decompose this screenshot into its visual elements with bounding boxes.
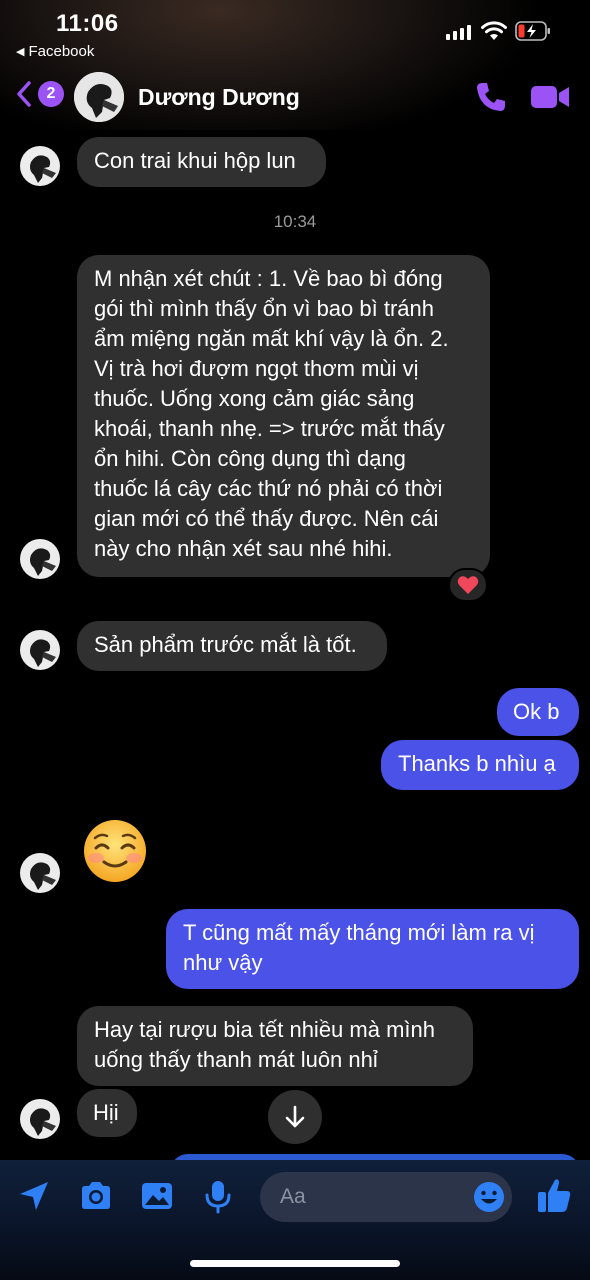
back-app-label: Facebook	[28, 43, 95, 60]
message-bubble-incoming[interactable]: Con trai khui hộp lun	[77, 137, 326, 187]
message-bubble-incoming[interactable]: Hay tại rượu bia tết nhiều mà mình uống …	[77, 1006, 473, 1086]
message-text: Con trai khui hộp lun	[94, 148, 296, 173]
smiling-face-with-blush-icon[interactable]	[82, 818, 148, 884]
status-bar: 11:06 ◀ Facebook	[0, 0, 590, 70]
contact-name[interactable]: Dương Dương	[138, 84, 300, 111]
message-timestamp: 10:34	[273, 212, 317, 231]
message-bubble-outgoing[interactable]: Ok b	[497, 688, 579, 736]
message-bubble-outgoing[interactable]: Thanks b nhìu ạ	[381, 740, 579, 790]
message-text: Hịi	[93, 1100, 119, 1125]
heart-icon	[457, 576, 479, 594]
sender-avatar[interactable]	[20, 1099, 60, 1139]
phone-call-icon[interactable]	[474, 80, 508, 114]
message-line: uống thấy thanh mát luôn nhỉ	[94, 1047, 378, 1072]
cellular-signal-icon	[446, 24, 471, 40]
message-line: Hay tại rượu bia tết nhiều mà mình	[94, 1017, 435, 1042]
message-input-placeholder: Aa	[280, 1185, 306, 1208]
message-line: ổn hihi. Còn công dụng thì dạng	[94, 446, 406, 471]
sender-avatar[interactable]	[20, 539, 60, 579]
message-line: T cũng mất mấy tháng mới làm ra vị	[183, 920, 535, 945]
heart-reaction[interactable]	[448, 568, 488, 602]
camera-icon[interactable]	[78, 1178, 114, 1214]
clock: 11:06	[56, 10, 119, 37]
message-line: Vị trà hơi đượm ngọt thơm mùi vị	[94, 356, 419, 381]
back-to-app-link[interactable]: ◀ Facebook	[16, 43, 94, 60]
image-icon[interactable]	[139, 1178, 175, 1214]
message-line: như vậy	[183, 950, 263, 975]
microphone-icon[interactable]	[200, 1178, 236, 1214]
message-bubble-incoming[interactable]: M nhận xét chút : 1. Về bao bì đóng gói …	[77, 255, 490, 577]
message-line: khoái, thanh nhẹ. => trước mắt thấy	[94, 416, 445, 441]
person-silhouette-icon	[30, 1108, 56, 1136]
person-silhouette-icon	[30, 639, 56, 667]
arrow-down-icon	[285, 1105, 305, 1128]
sender-avatar[interactable]	[20, 146, 60, 186]
conversation-header: 2 Dương Dương	[0, 68, 590, 128]
message-line: M nhận xét chút : 1. Về bao bì đóng	[94, 266, 443, 291]
message-line: gian mới có thể thấy được. Nên cái	[94, 506, 439, 531]
chevron-left-icon	[17, 81, 31, 107]
message-text: Sản phẩm trước mắt là tốt.	[94, 632, 357, 657]
battery-charging-icon	[515, 21, 550, 41]
scroll-to-bottom-button[interactable]	[268, 1090, 322, 1144]
emoji-icon[interactable]	[472, 1180, 506, 1214]
home-indicator	[190, 1260, 400, 1267]
wifi-icon	[481, 21, 507, 40]
message-line: thuốc lá cây các thứ nó phải có thời	[94, 476, 443, 501]
message-bubble-incoming[interactable]: Sản phẩm trước mắt là tốt.	[77, 621, 387, 671]
sender-avatar[interactable]	[20, 853, 60, 893]
sender-avatar[interactable]	[20, 630, 60, 670]
person-silhouette-icon	[30, 155, 56, 183]
message-text: Thanks b nhìu ạ	[398, 751, 556, 776]
back-button[interactable]: 2	[14, 80, 64, 108]
thumbs-up-icon[interactable]	[536, 1176, 572, 1214]
message-line: thuốc. Uống xong cảm giác sảng	[94, 386, 415, 411]
location-arrow-icon[interactable]	[16, 1178, 52, 1214]
message-line: gói thì mình thấy ổn vì bao bì tránh	[94, 296, 434, 321]
video-call-icon[interactable]	[530, 82, 570, 112]
message-line: này cho nhận xét sau nhé hihi.	[94, 536, 393, 561]
contact-avatar[interactable]	[74, 72, 124, 122]
person-silhouette-icon	[30, 548, 56, 576]
person-silhouette-icon	[74, 72, 124, 122]
message-bubble-incoming[interactable]: Hịi	[77, 1089, 137, 1137]
back-triangle-icon: ◀	[16, 46, 25, 58]
unread-count-badge: 2	[38, 81, 64, 107]
message-text: Ok b	[513, 699, 560, 724]
message-line: ẩm miệng ngăn mất khí vậy là ổn. 2.	[94, 326, 449, 351]
person-silhouette-icon	[30, 862, 56, 890]
message-bubble-outgoing[interactable]: T cũng mất mấy tháng mới làm ra vị như v…	[166, 909, 579, 989]
